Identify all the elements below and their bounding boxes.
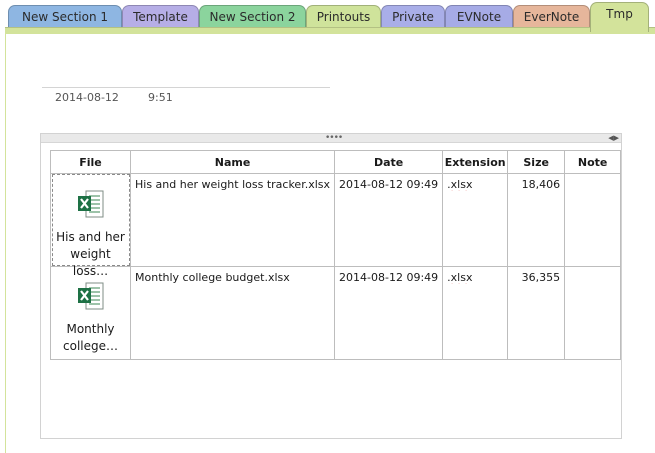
section-tab-strip: New Section 1 Template New Section 2 Pri…: [0, 0, 655, 32]
page-left-edge: [5, 33, 6, 453]
excel-file-icon: [77, 190, 103, 218]
tab-label: Printouts: [316, 10, 371, 24]
date-cell[interactable]: 2014-08-12 09:49: [334, 266, 444, 360]
file-name: Monthly college budget.xlsx: [135, 271, 290, 284]
file-cell: Monthly college…: [50, 266, 131, 360]
table-row: Monthly college… Monthly college budget.…: [50, 266, 622, 360]
file-note: [565, 174, 620, 178]
file-cell: His and her weight loss…: [50, 173, 131, 278]
size-cell[interactable]: 18,406: [507, 173, 566, 267]
date-cell[interactable]: 2014-08-12 09:49: [334, 173, 444, 267]
tab-new-section-2[interactable]: New Section 2: [199, 5, 306, 28]
tab-tmp[interactable]: Tmp: [590, 2, 649, 32]
excel-file-icon: [77, 282, 103, 310]
column-header-extension: Extension: [442, 150, 509, 174]
embedded-file-attachment[interactable]: His and her weight loss…: [51, 174, 130, 278]
onenote-page-view: New Section 1 Template New Section 2 Pri…: [0, 0, 655, 453]
table-row: His and her weight loss… His and her wei…: [50, 173, 622, 278]
page-time: 9:51: [148, 91, 173, 104]
active-section-band: [5, 27, 655, 34]
tab-label: New Section 2: [209, 10, 296, 24]
tab-label: Template: [133, 10, 188, 24]
file-date: 2014-08-12 09:49: [339, 271, 439, 284]
extension-cell[interactable]: .xlsx: [442, 173, 509, 267]
tab-label: Private: [392, 10, 434, 24]
note-container-header[interactable]: •••• ◀▶: [41, 134, 621, 143]
column-header-note: Note: [564, 150, 622, 174]
file-size: 18,406: [521, 178, 561, 191]
tab-evnote[interactable]: EVNote: [445, 5, 513, 28]
file-name: His and her weight loss tracker.xlsx: [135, 178, 331, 191]
column-header-name: Name: [129, 150, 336, 174]
file-date: 2014-08-12 09:49: [339, 178, 439, 191]
table-header-row: File Name Date Extension Size Note: [50, 150, 622, 174]
file-note: [565, 267, 620, 271]
tab-label: New Section 1: [21, 10, 109, 24]
page-title-underline: [42, 87, 330, 88]
note-cell[interactable]: [564, 173, 622, 267]
page-date: 2014-08-12: [55, 91, 119, 104]
embedded-file-attachment[interactable]: Monthly college…: [52, 267, 130, 359]
column-header-date: Date: [334, 150, 444, 174]
resize-handle-icon[interactable]: ◀▶: [608, 134, 619, 142]
file-caption: Monthly college…: [63, 322, 118, 353]
file-extension: .xlsx: [447, 271, 473, 284]
tab-evernote[interactable]: EverNote: [513, 5, 590, 28]
column-header-size: Size: [507, 150, 566, 174]
tab-private[interactable]: Private: [381, 5, 445, 28]
file-extension: .xlsx: [447, 178, 473, 191]
size-cell[interactable]: 36,355: [507, 266, 566, 360]
tab-label: Tmp: [606, 7, 633, 21]
tab-new-section-1[interactable]: New Section 1: [8, 5, 122, 28]
name-cell[interactable]: His and her weight loss tracker.xlsx: [129, 173, 336, 267]
tab-label: EVNote: [456, 10, 502, 24]
tab-label: EverNote: [523, 10, 580, 24]
column-header-file: File: [50, 150, 131, 174]
file-table: File Name Date Extension Size Note His a…: [50, 150, 622, 360]
file-size: 36,355: [521, 271, 561, 284]
extension-cell[interactable]: .xlsx: [442, 266, 509, 360]
note-cell[interactable]: [564, 266, 622, 360]
name-cell[interactable]: Monthly college budget.xlsx: [129, 266, 336, 360]
tab-template[interactable]: Template: [122, 5, 199, 28]
tab-printouts[interactable]: Printouts: [306, 5, 381, 28]
drag-handle-icon[interactable]: ••••: [325, 134, 343, 143]
